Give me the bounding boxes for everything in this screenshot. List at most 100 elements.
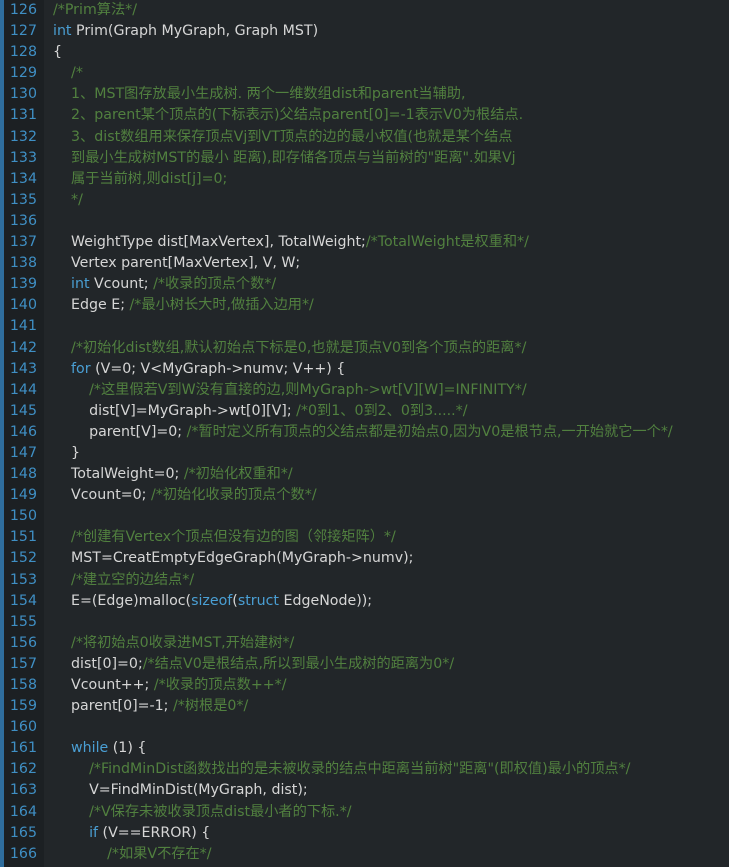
code-comment-token: /*创建有Vertex个顶点但没有边的图（邻接矩阵）*/	[53, 529, 396, 546]
code-line[interactable]: Edge E; /*最小树长大时,做插入边用*/	[44, 295, 729, 316]
code-comment-token: /*Prim算法*/	[53, 2, 138, 18]
code-line[interactable]: parent[0]=-1; /*树根是0*/	[44, 696, 729, 717]
code-line[interactable]: MST=CreatEmptyEdgeGraph(MyGraph->numv);	[44, 548, 729, 569]
line-number: 158	[9, 677, 37, 693]
line-number: 143	[9, 360, 37, 377]
code-editor[interactable]: 126 127 128 129 130 131 132 133 134 135 136 137 138 1…	[0, 0, 729, 867]
line-number: 133	[9, 149, 37, 166]
code-line[interactable]: dist[V]=MyGraph->wt[0][V]; /*0到1、0到2、0到3…	[44, 401, 729, 422]
line-number: 138	[9, 255, 37, 272]
code-line[interactable]: /*如果V不存在*/	[44, 844, 729, 865]
code-keyword-token: while	[71, 740, 109, 757]
code-plain-token: Vcount;	[89, 276, 154, 293]
code-content-area[interactable]: /*Prim算法*/ int Prim(Graph MyGraph, Graph …	[44, 0, 729, 867]
code-line[interactable]: E=(Edge)malloc(sizeof(struct EdgeNode));	[44, 591, 729, 612]
code-plain-token: V=FindMinDist(MyGraph, dist);	[53, 782, 308, 799]
line-number: 131	[9, 107, 37, 124]
code-line[interactable]: int Prim(Graph MyGraph, Graph MST)	[44, 21, 729, 42]
code-plain-token: TotalWeight=0;	[53, 466, 184, 483]
code-comment-token: /*TotalWeight是权重和*/	[365, 234, 529, 251]
code-line[interactable]	[44, 211, 729, 232]
code-line[interactable]: /*创建有Vertex个顶点但没有边的图（邻接矩阵）*/	[44, 527, 729, 548]
code-plain-token	[53, 361, 71, 377]
code-comment-token: */	[53, 191, 83, 208]
code-comment-token: /*初始化权重和*/	[183, 466, 293, 483]
line-number: 141	[9, 318, 37, 335]
code-keyword-token: int	[71, 276, 90, 293]
code-line[interactable]: 1、MST图存放最小生成树. 两个一维数组dist和parent当辅助,	[44, 84, 729, 105]
code-line[interactable]: {	[44, 42, 729, 63]
line-number: 130	[9, 86, 37, 103]
code-plain-token: }	[53, 444, 81, 461]
code-plain-token: EdgeNode));	[278, 592, 373, 609]
line-number: 137	[9, 234, 37, 251]
code-plain-token: Edge E;	[53, 297, 130, 314]
code-comment-token: /*这里假若V到W没有直接的边,则MyGraph->wt[V][W]=INFIN…	[53, 381, 527, 398]
code-comment-token: 1、MST图存放最小生成树. 两个一维数组dist和parent当辅助,	[53, 86, 466, 103]
code-comment-token: /*树根是0*/	[172, 698, 249, 715]
code-line[interactable]: /*Prim算法*/	[44, 0, 729, 21]
line-number: 142	[9, 339, 37, 356]
code-keyword-token: struct	[237, 592, 279, 609]
code-line[interactable]: dist[0]=0;/*结点V0是根结点,所以到最小生成树的距离为0*/	[44, 654, 729, 675]
line-number: 135	[9, 191, 37, 208]
code-line[interactable]: 2、parent某个顶点的(下标表示)父结点parent[0]=-1表示V0为根…	[44, 105, 729, 126]
code-plain-token: dist[0]=0;	[53, 655, 143, 672]
line-number: 153	[9, 571, 37, 588]
code-line[interactable]: /*将初始点0收录进MST,开始建树*/	[44, 633, 729, 654]
code-line[interactable]: }	[44, 443, 729, 464]
code-line[interactable]: while (1) {	[44, 738, 729, 759]
code-line[interactable]: /*建立空的边结点*/	[44, 570, 729, 591]
code-comment-token: /*结点V0是根结点,所以到最小生成树的距离为0*/	[142, 655, 455, 672]
line-number: 155	[9, 613, 37, 630]
line-number: 159	[9, 698, 37, 715]
line-number: 136	[9, 212, 37, 229]
code-plain-token: Vertex parent[MaxVertex], V, W;	[53, 255, 301, 272]
code-keyword-token: sizeof	[191, 592, 233, 609]
code-line[interactable]: Vcount++; /*收录的顶点数++*/	[44, 675, 729, 696]
code-keyword-token: for	[71, 360, 91, 377]
code-line[interactable]: 到最小生成树MST的最小 距离),即存储各顶点与当前树的"距离".如果Vj	[44, 148, 729, 169]
code-line[interactable]	[44, 506, 729, 527]
line-number: 156	[9, 634, 37, 651]
code-line[interactable]: 3、dist数组用来保存顶点Vj到VT顶点的边的最小权值(也就是某个结点	[44, 127, 729, 148]
code-comment-token: /*	[53, 65, 83, 82]
code-line[interactable]	[44, 717, 729, 738]
code-line[interactable]	[44, 316, 729, 337]
line-number: 126	[9, 2, 37, 18]
line-number: 147	[9, 444, 37, 461]
code-line[interactable]: V=FindMinDist(MyGraph, dist);	[44, 780, 729, 801]
code-line[interactable]: int Vcount; /*收录的顶点个数*/	[44, 274, 729, 295]
code-line[interactable]: if (V==ERROR) {	[44, 823, 729, 844]
code-plain-token: (V=0; V<MyGraph->numv; V++) {	[90, 360, 346, 377]
code-line[interactable]: /*初始化dist数组,默认初始点下标是0,也就是顶点V0到各个顶点的距离*/	[44, 338, 729, 359]
code-plain-token: Vcount=0;	[53, 487, 151, 504]
code-line[interactable]: for (V=0; V<MyGraph->numv; V++) {	[44, 359, 729, 380]
code-comment-token: 属于当前树,则dist[j]=0;	[53, 170, 228, 187]
code-line[interactable]: WeightType dist[MaxVertex], TotalWeight;…	[44, 232, 729, 253]
code-plain-token	[53, 825, 89, 841]
line-number: 132	[9, 128, 37, 145]
code-line[interactable]: /*FindMinDist函数找出的是未被收录的结点中距离当前树"距离"(即权值…	[44, 759, 729, 780]
line-number: 154	[9, 592, 37, 609]
line-number: 150	[9, 508, 37, 525]
editor-edge-accent-stripe	[0, 0, 4, 867]
code-line[interactable]: 属于当前树,则dist[j]=0;	[44, 169, 729, 190]
line-number: 145	[9, 402, 37, 419]
code-plain-token: MST=CreatEmptyEdgeGraph(MyGraph->numv);	[53, 550, 414, 567]
code-line[interactable]: /*V保存未被收录顶点dist最小者的下标.*/	[44, 802, 729, 823]
code-line[interactable]: parent[V]=0; /*暂时定义所有顶点的父结点都是初始点0,因为V0是根…	[44, 422, 729, 443]
code-comment-token: /*初始化收录的顶点个数*/	[150, 487, 317, 504]
code-line[interactable]: /*这里假若V到W没有直接的边,则MyGraph->wt[V][W]=INFIN…	[44, 380, 729, 401]
line-number-gutter: 126 127 128 129 130 131 132 133 134 135 136 137 138 1…	[0, 0, 44, 867]
code-comment-token: 2、parent某个顶点的(下标表示)父结点parent[0]=-1表示V0为根…	[53, 107, 524, 124]
code-line[interactable]: */	[44, 190, 729, 211]
code-line[interactable]: /*	[44, 63, 729, 84]
code-line[interactable]: Vcount=0; /*初始化收录的顶点个数*/	[44, 485, 729, 506]
code-plain-token	[53, 740, 71, 756]
line-number: 151	[9, 529, 37, 546]
code-line[interactable]	[44, 612, 729, 633]
code-line[interactable]: Vertex parent[MaxVertex], V, W;	[44, 253, 729, 274]
line-number: 128	[9, 44, 37, 61]
code-line[interactable]: TotalWeight=0; /*初始化权重和*/	[44, 464, 729, 485]
